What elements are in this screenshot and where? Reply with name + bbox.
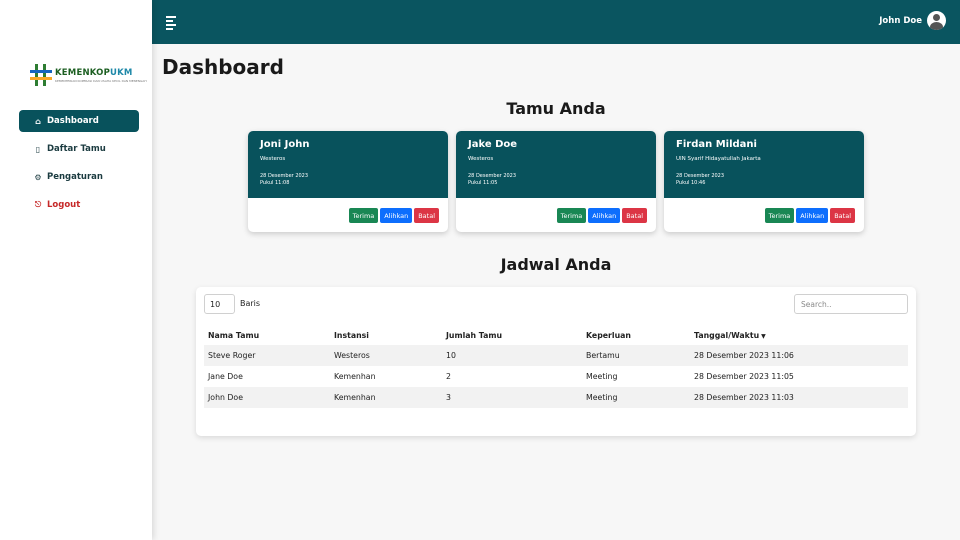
clipboard-icon: ▯	[35, 144, 41, 154]
schedule-table-panel: 10 Baris Nama Tamu Instansi Jumlah Tamu …	[196, 287, 916, 436]
redirect-button[interactable]: Alihkan	[796, 208, 829, 223]
logo-title: KEMENKOPUKM	[55, 67, 133, 78]
guest-institution: Westeros	[260, 156, 286, 162]
guest-time: Pukul 10:46	[676, 180, 706, 186]
schedule-table: Nama Tamu Instansi Jumlah Tamu Keperluan…	[204, 325, 908, 408]
sidebar-item-label: Pengaturan	[47, 172, 103, 182]
guest-date: 28 Desember 2023	[676, 173, 725, 179]
column-header-instansi[interactable]: Instansi	[330, 331, 442, 340]
column-header-label: Tanggal/Waktu	[694, 330, 760, 340]
sidebar-nav: ⌂ Dashboard ▯ Daftar Tamu ⚙ Pengaturan ⎋…	[19, 110, 139, 222]
table-row[interactable]: Steve Roger Westeros 10 Bertamu 28 Desem…	[204, 345, 908, 366]
gear-icon: ⚙	[34, 172, 42, 182]
search-input[interactable]	[794, 294, 908, 314]
cell-jumlah-tamu: 10	[446, 351, 456, 360]
sidebar: KEMENKOPUKM KEMENTERIAN KOPERASI DAN USA…	[0, 0, 152, 540]
schedule-section-title: Jadwal Anda	[500, 255, 612, 274]
guests-section-title: Tamu Anda	[506, 99, 606, 118]
sidebar-item-label: Logout	[47, 200, 81, 210]
sidebar-item-label: Dashboard	[47, 116, 99, 126]
guest-institution: UIN Syarif Hidayatullah Jakarta	[676, 156, 761, 162]
cell-tanggal-waktu: 28 Desember 2023 11:05	[694, 372, 794, 381]
cell-jumlah-tamu: 2	[446, 372, 451, 381]
guest-card: Joni John Westeros 28 Desember 2023 Puku…	[248, 131, 448, 232]
table-header-row: Nama Tamu Instansi Jumlah Tamu Keperluan…	[204, 325, 908, 345]
table-row[interactable]: John Doe Kemenhan 3 Meeting 28 Desember …	[204, 387, 908, 408]
page-title: Dashboard	[162, 55, 284, 79]
kemenkop-logo[interactable]: KEMENKOPUKM KEMENTERIAN KOPERASI DAN USA…	[30, 64, 147, 86]
guest-date: 28 Desember 2023	[468, 173, 517, 179]
guest-institution: Westeros	[468, 156, 494, 162]
sidebar-item-logout[interactable]: ⎋ Logout	[19, 194, 139, 216]
cell-instansi: Kemenhan	[334, 393, 376, 402]
rows-per-page-label: Baris	[240, 299, 261, 308]
sidebar-item-label: Daftar Tamu	[47, 144, 106, 154]
sort-desc-icon: ▼	[761, 332, 766, 340]
cell-nama-tamu: Steve Roger	[208, 351, 256, 360]
menu-toggle-icon[interactable]	[166, 16, 178, 30]
topbar: John Doe	[152, 0, 960, 44]
guest-time: Pukul 11:08	[260, 180, 290, 186]
home-icon: ⌂	[35, 116, 41, 126]
guest-card: Firdan Mildani UIN Syarif Hidayatullah J…	[664, 131, 864, 232]
cell-keperluan: Bertamu	[586, 351, 620, 360]
column-header-jumlah-tamu[interactable]: Jumlah Tamu	[442, 331, 582, 340]
user-menu[interactable]: John Doe	[879, 11, 946, 30]
cell-tanggal-waktu: 28 Desember 2023 11:03	[694, 393, 794, 402]
guest-name: Firdan Mildani	[676, 139, 757, 150]
column-header-nama-tamu[interactable]: Nama Tamu	[204, 331, 330, 340]
cancel-button[interactable]: Batal	[414, 208, 439, 223]
cell-nama-tamu: Jane Doe	[208, 372, 243, 381]
logo-subtitle: KEMENTERIAN KOPERASI DAN USAHA KECIL DAN…	[55, 78, 147, 83]
table-row[interactable]: Jane Doe Kemenhan 2 Meeting 28 Desember …	[204, 366, 908, 387]
column-header-keperluan[interactable]: Keperluan	[582, 331, 690, 340]
cancel-button[interactable]: Batal	[622, 208, 647, 223]
accept-button[interactable]: Terima	[764, 208, 795, 223]
cancel-button[interactable]: Batal	[830, 208, 855, 223]
accept-button[interactable]: Terima	[556, 208, 587, 223]
logo-mark-icon	[30, 64, 52, 86]
redirect-button[interactable]: Alihkan	[588, 208, 621, 223]
guest-name: Jake Doe	[468, 139, 518, 150]
cell-instansi: Kemenhan	[334, 372, 376, 381]
column-header-tanggal-waktu[interactable]: Tanggal/Waktu ▼	[690, 331, 908, 340]
accept-button[interactable]: Terima	[348, 208, 379, 223]
guest-date: 28 Desember 2023	[260, 173, 309, 179]
sidebar-item-dashboard[interactable]: ⌂ Dashboard	[19, 110, 139, 132]
rows-per-page-select[interactable]: 10	[204, 294, 235, 314]
cell-tanggal-waktu: 28 Desember 2023 11:06	[694, 351, 794, 360]
sidebar-item-pengaturan[interactable]: ⚙ Pengaturan	[19, 166, 139, 188]
redirect-button[interactable]: Alihkan	[380, 208, 413, 223]
guest-time: Pukul 11:05	[468, 180, 498, 186]
avatar	[927, 11, 946, 30]
sidebar-item-daftar-tamu[interactable]: ▯ Daftar Tamu	[19, 138, 139, 160]
cell-nama-tamu: John Doe	[208, 393, 244, 402]
cell-jumlah-tamu: 3	[446, 393, 451, 402]
cell-keperluan: Meeting	[586, 372, 618, 381]
guest-name: Joni John	[260, 139, 310, 150]
user-name: John Doe	[879, 15, 922, 26]
cell-instansi: Westeros	[334, 351, 370, 360]
guest-card: Jake Doe Westeros 28 Desember 2023 Pukul…	[456, 131, 656, 232]
logout-icon: ⎋	[34, 200, 42, 209]
cell-keperluan: Meeting	[586, 393, 618, 402]
